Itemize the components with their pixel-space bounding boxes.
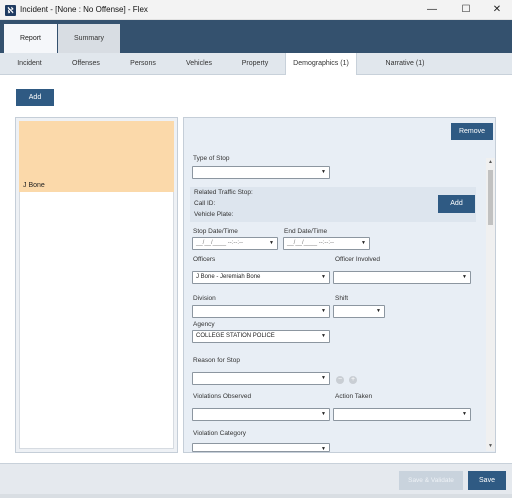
stop-datetime-field[interactable]: __/__/____ --:--:-- ▼ [192,237,278,250]
tab-property[interactable]: Property [227,53,283,75]
chevron-down-icon: ▼ [321,333,326,339]
end-datetime-field[interactable]: __/__/____ --:--:-- ▼ [283,237,370,250]
tab-summary[interactable]: Summary [58,24,120,53]
officer-involved-label: Officer Involved [335,256,381,263]
add-traffic-stop-button[interactable]: Add [438,195,475,213]
flex-app-icon: ℵ [5,5,16,16]
scroll-thumb[interactable] [488,170,493,225]
violations-observed-select[interactable]: ▼ [192,408,330,421]
end-datetime-value: __/__/____ --:--:-- [287,240,335,246]
action-taken-select[interactable]: ▼ [333,408,471,421]
chevron-down-icon: ▼ [321,375,326,381]
action-taken-label: Action Taken [335,393,373,400]
vehicle-plate-label: Vehicle Plate: [194,211,234,218]
chevron-down-icon: ▼ [321,308,326,314]
plus-circle-icon[interactable]: + [349,376,357,384]
tab-demographics[interactable]: Demographics (1) [285,53,357,76]
scroll-down-icon[interactable]: ▼ [486,442,495,451]
reason-for-stop-select[interactable]: ▼ [192,372,330,385]
chevron-down-icon: ▼ [321,169,326,175]
minus-circle-icon[interactable]: − [336,376,344,384]
agency-label: Agency [193,321,215,328]
type-of-stop-label: Type of Stop [193,155,230,162]
remove-button[interactable]: Remove [451,123,493,140]
person-name: J Bone [23,182,45,189]
violation-category-select[interactable]: ▼ [192,443,330,452]
shift-select[interactable]: ▼ [333,305,385,318]
tab-offenses[interactable]: Offenses [58,53,114,75]
save-button[interactable]: Save [468,471,506,490]
tab-report[interactable]: Report [4,24,57,53]
window-titlebar: ℵ Incident - [None : No Offense] - Flex … [0,0,512,20]
officers-value: J Bone - Jeremiah Bone [196,274,261,280]
agency-value: COLLEGE STATION POLICE [196,333,275,339]
violations-observed-label: Violations Observed [193,393,252,400]
chevron-down-icon: ▼ [376,308,381,314]
chevron-down-icon: ▼ [361,240,366,246]
agency-select[interactable]: COLLEGE STATION POLICE ▼ [192,330,330,343]
stop-datetime-value: __/__/____ --:--:-- [196,240,244,246]
end-datetime-label: End Date/Time [284,228,328,235]
reason-for-stop-label: Reason for Stop [193,357,240,364]
chevron-down-icon: ▼ [269,240,274,246]
close-button[interactable]: ✕ [481,0,512,20]
violation-category-label: Violation Category [193,430,246,437]
officers-label: Officers [193,256,216,263]
tab-narrative[interactable]: Narrative (1) [360,53,450,75]
main-tab-bar: Report Summary [0,20,512,53]
chevron-down-icon: ▼ [462,411,467,417]
call-id-label: Call ID: [194,200,216,207]
tab-incident[interactable]: Incident [2,53,57,75]
officers-select[interactable]: J Bone - Jeremiah Bone ▼ [192,271,330,284]
chevron-down-icon: ▼ [321,446,326,452]
shift-label: Shift [335,295,349,302]
tab-persons[interactable]: Persons [115,53,171,75]
tab-vehicles[interactable]: Vehicles [171,53,227,75]
scroll-up-icon[interactable]: ▲ [486,158,495,167]
division-select[interactable]: ▼ [192,305,330,318]
window-title: Incident - [None : No Offense] - Flex [20,5,148,14]
type-of-stop-select[interactable]: ▼ [192,166,330,179]
chevron-down-icon: ▼ [462,274,467,280]
related-traffic-stop-label: Related Traffic Stop: [194,189,253,196]
add-demographic-button[interactable]: Add [16,89,54,106]
sub-tab-bar: Incident Offenses Persons Vehicles Prope… [0,53,512,76]
minimize-button[interactable]: — [416,0,448,20]
officer-involved-select[interactable]: ▼ [333,271,471,284]
division-label: Division [193,295,216,302]
status-bar [0,494,512,498]
stop-datetime-label: Stop Date/Time [193,228,238,235]
maximize-button[interactable]: ☐ [450,0,482,20]
chevron-down-icon: ▼ [321,411,326,417]
save-validate-button[interactable]: Save & Validate [399,471,463,490]
chevron-down-icon: ▼ [321,274,326,280]
